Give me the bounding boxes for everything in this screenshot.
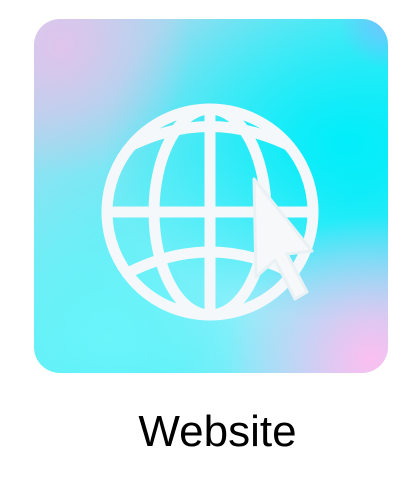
home-screen: Website [0, 0, 419, 485]
tile-glow [338, 19, 388, 69]
app-label: Website [138, 407, 297, 456]
globe-with-cursor-icon [101, 103, 319, 321]
website-app-tile[interactable] [34, 19, 388, 373]
